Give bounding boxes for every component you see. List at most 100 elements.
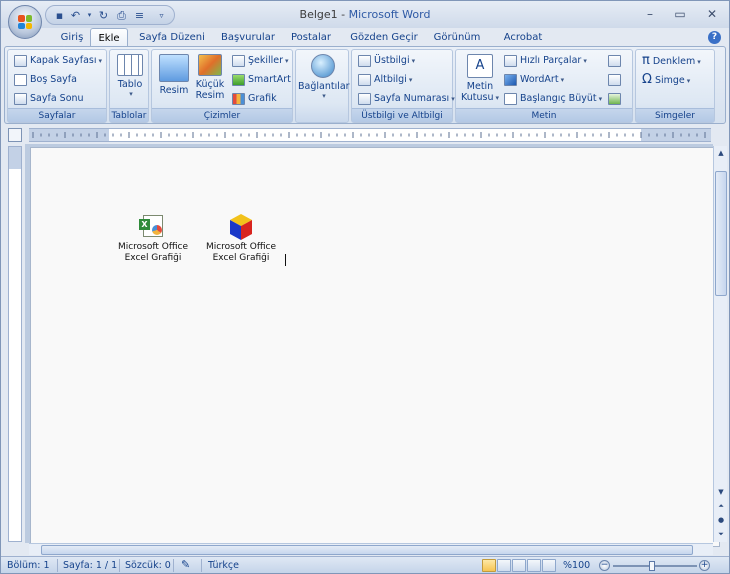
section-indicator[interactable]: Bölüm: 1 xyxy=(7,560,50,571)
draft-view-button[interactable] xyxy=(542,559,556,572)
web-layout-view-button[interactable] xyxy=(512,559,526,572)
outline-view-button[interactable] xyxy=(527,559,541,572)
zoom-slider-track[interactable] xyxy=(613,565,697,567)
cube-icon xyxy=(226,213,256,240)
hizli-parcalar-button[interactable]: Hızlı Parçalar ▾ xyxy=(504,53,587,69)
group-label-sayfalar: Sayfalar xyxy=(8,108,106,122)
group-ustbilgi: Üstbilgi ▾ Altbilgi ▾ Sayfa Numarası ▾ Üstb… xyxy=(351,49,455,123)
office-button[interactable] xyxy=(8,5,42,39)
office-logo-icon xyxy=(18,15,32,29)
footer-icon xyxy=(358,73,371,86)
denklem-button[interactable]: π Denklem ▾ xyxy=(642,53,701,69)
object-label-line2: Excel Grafiği xyxy=(212,253,270,263)
table-icon xyxy=(117,54,143,76)
tab-basvurular[interactable]: Başvurular xyxy=(215,28,281,47)
pi-icon: π xyxy=(642,53,650,68)
status-bar: Bölüm: 1 Sayfa: 1 / 1 Sözcük: 0 ✎ Türkçe… xyxy=(1,556,729,573)
signature-line-button[interactable] xyxy=(608,53,624,69)
page-number-icon xyxy=(358,92,371,105)
smartart-button[interactable]: SmartArt xyxy=(232,72,291,88)
object-button[interactable] xyxy=(608,91,624,107)
ustbilgi-button[interactable]: Üstbilgi ▾ xyxy=(358,53,415,69)
scroll-up-icon[interactable]: ▲ xyxy=(715,147,727,159)
resim-button[interactable]: Resim xyxy=(156,54,192,96)
wordart-icon xyxy=(504,73,517,86)
wordart-button[interactable]: WordArt ▾ xyxy=(504,72,564,88)
object-label-line2: Excel Grafiği xyxy=(124,253,182,263)
embedded-excel-chart-object[interactable]: X Microsoft Office Excel Grafiği xyxy=(113,213,193,264)
group-label-tablolar: Tablolar xyxy=(110,108,148,122)
tab-gorunum[interactable]: Görünüm xyxy=(429,28,485,47)
vertical-scrollbar[interactable]: ▲ ▼ ⏶ ● ⏷ xyxy=(713,146,727,542)
metin-kutusu-button[interactable]: A Metin Kutusu ▾ xyxy=(458,54,502,103)
proofing-icon[interactable]: ✎ xyxy=(181,558,190,571)
vertical-scroll-thumb[interactable] xyxy=(715,171,727,296)
page-indicator[interactable]: Sayfa: 1 / 1 xyxy=(63,560,117,571)
zoom-in-icon[interactable]: + xyxy=(699,560,710,571)
zoom-slider-knob[interactable] xyxy=(649,561,655,571)
quick-parts-icon xyxy=(504,54,517,67)
group-label-simgeler: Simgeler xyxy=(636,108,714,122)
page-break-icon xyxy=(14,92,27,105)
maximize-button[interactable]: ▭ xyxy=(667,5,693,23)
horizontal-scroll-thumb[interactable] xyxy=(41,545,693,555)
tablo-button[interactable]: Tablo ▾ xyxy=(114,54,146,98)
drop-cap-icon xyxy=(504,92,517,105)
next-page-icon[interactable]: ⏷ xyxy=(715,528,727,540)
sekiller-button[interactable]: Şekiller ▾ xyxy=(232,53,289,69)
scroll-down-icon[interactable]: ▼ xyxy=(715,486,727,498)
clip-art-icon xyxy=(198,54,222,76)
print-layout-view-button[interactable] xyxy=(482,559,496,572)
tab-sayfa-duzeni[interactable]: Sayfa Düzeni xyxy=(133,28,211,47)
shapes-icon xyxy=(232,54,245,67)
previous-page-icon[interactable]: ⏶ xyxy=(715,500,727,512)
window-title: Belge1 - Microsoft Word xyxy=(299,8,431,21)
minimize-button[interactable]: – xyxy=(637,5,663,23)
tab-selector[interactable] xyxy=(8,128,22,142)
title-bar: ▪ ↶ ▾ ↻ ⎙ ≡ ▿ Belge1 - Microsoft Word – … xyxy=(1,1,729,28)
full-screen-reading-view-button[interactable] xyxy=(497,559,511,572)
group-simgeler: π Denklem ▾ Ω Simge ▾ Simgeler xyxy=(635,49,715,123)
group-label-metin: Metin xyxy=(456,108,632,122)
tab-postalar[interactable]: Postalar xyxy=(285,28,337,47)
kucuk-resim-button[interactable]: Küçük Resim xyxy=(192,54,228,101)
text-cursor xyxy=(285,254,286,266)
bos-sayfa-button[interactable]: Boş Sayfa xyxy=(14,72,77,88)
horizontal-ruler[interactable] xyxy=(29,128,711,142)
group-label-ustbilgi: Üstbilgi ve Altbilgi xyxy=(352,108,452,122)
embedded-excel-chart-object[interactable]: Microsoft Office Excel Grafiği xyxy=(201,213,281,264)
top-margin-area xyxy=(9,147,21,169)
tab-acrobat[interactable]: Acrobat xyxy=(495,28,551,47)
picture-icon xyxy=(159,54,189,82)
horizontal-scrollbar[interactable] xyxy=(29,543,713,555)
word-count-indicator[interactable]: Sözcük: 0 xyxy=(125,560,171,571)
group-sayfalar: Kapak Sayfası ▾ Boş Sayfa Sayfa Sonu Sayf… xyxy=(7,49,107,123)
sayfa-sonu-button[interactable]: Sayfa Sonu xyxy=(14,91,84,107)
vertical-ruler[interactable] xyxy=(8,146,22,542)
browse-object-icon[interactable]: ● xyxy=(715,514,727,526)
simge-button[interactable]: Ω Simge ▾ xyxy=(642,72,690,88)
language-indicator[interactable]: Türkçe xyxy=(208,560,239,571)
zoom-level[interactable]: %100 xyxy=(563,560,590,571)
tab-gozden-gecir[interactable]: Gözden Geçir xyxy=(345,28,423,47)
sayfa-numarasi-button[interactable]: Sayfa Numarası ▾ xyxy=(358,91,455,107)
kapak-sayfasi-button[interactable]: Kapak Sayfası ▾ xyxy=(14,53,102,69)
help-icon[interactable]: ? xyxy=(708,31,721,44)
group-cizimler: Resim Küçük Resim Şekiller ▾ SmartArt Gra… xyxy=(151,49,293,123)
baglantilar-button[interactable]: Bağlantılar ▾ xyxy=(298,54,350,100)
links-icon xyxy=(311,54,335,78)
date-time-button[interactable] xyxy=(608,72,624,88)
zoom-out-icon[interactable]: − xyxy=(599,560,610,571)
altbilgi-button[interactable]: Altbilgi ▾ xyxy=(358,72,412,88)
tab-ekle[interactable]: Ekle xyxy=(90,28,128,47)
document-page[interactable]: X Microsoft Office Excel Grafiği Microso… xyxy=(30,147,720,547)
group-tablolar: Tablo ▾ Tablolar xyxy=(109,49,149,123)
header-icon xyxy=(358,54,371,67)
group-metin: A Metin Kutusu ▾ Hızlı Parçalar ▾ WordArt ▾… xyxy=(455,49,633,123)
grafik-button[interactable]: Grafik xyxy=(232,91,277,107)
baslangic-buyut-button[interactable]: Başlangıç Büyüt ▾ xyxy=(504,91,602,107)
close-button[interactable]: ✕ xyxy=(699,5,725,23)
signature-line-icon xyxy=(608,54,621,67)
object-label-line1: Microsoft Office xyxy=(205,242,277,252)
tab-giris[interactable]: Giriş xyxy=(53,28,91,47)
